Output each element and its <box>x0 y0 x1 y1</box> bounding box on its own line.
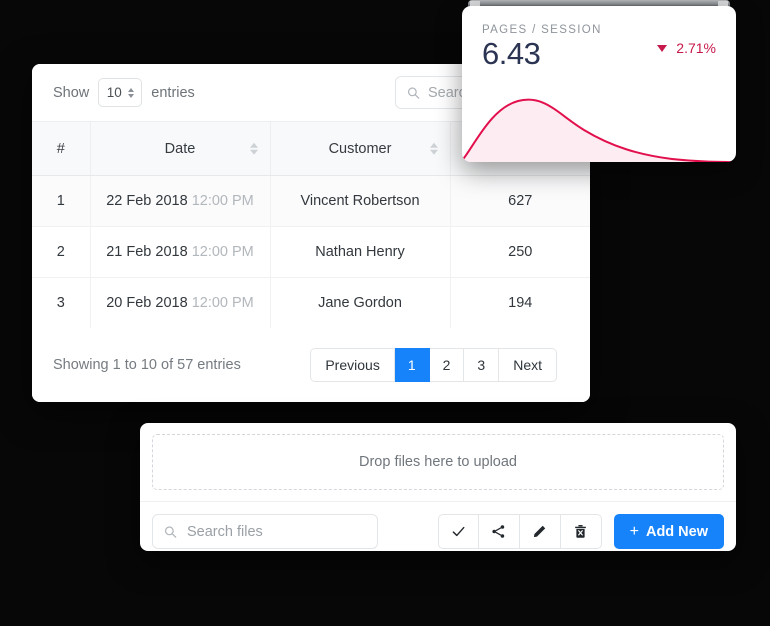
column-header-index[interactable]: # <box>32 121 90 176</box>
delete-button[interactable] <box>560 514 602 549</box>
cell-index: 2 <box>32 226 90 278</box>
cell-date-value: 22 Feb 2018 <box>106 193 188 209</box>
file-upload-card: Drop files here to upload Search files +… <box>140 423 736 551</box>
table-row[interactable]: 3 20 Feb 2018 12:00 PM Jane Gordon 194 <box>32 277 590 329</box>
file-search-input[interactable]: Search files <box>152 514 378 549</box>
kpi-label: PAGES / SESSION <box>482 24 602 36</box>
kpi-header: PAGES / SESSION 6.43 2.71% <box>462 6 736 71</box>
cell-amount: 627 <box>449 175 590 227</box>
table-footer: Showing 1 to 10 of 57 entries Previous 1… <box>32 328 590 402</box>
cell-index: 3 <box>32 277 90 329</box>
dropzone-label: Drop files here to upload <box>359 454 517 470</box>
kpi-delta-value: 2.71% <box>676 40 716 56</box>
pagination-page-2[interactable]: 2 <box>429 348 465 382</box>
share-button[interactable] <box>478 514 520 549</box>
sparkline-svg <box>462 98 736 162</box>
file-toolbar-right: + Add New <box>437 514 724 549</box>
table-row[interactable]: 2 21 Feb 2018 12:00 PM Nathan Henry 250 <box>32 226 590 278</box>
pagination-next-button[interactable]: Next <box>499 348 557 382</box>
table-row[interactable]: 1 22 Feb 2018 12:00 PM Vincent Robertson… <box>32 175 590 227</box>
search-icon <box>164 525 177 538</box>
add-new-button[interactable]: + Add New <box>613 514 724 549</box>
sparkline-chart <box>462 84 736 162</box>
search-icon <box>407 86 420 99</box>
show-label: Show <box>53 84 90 101</box>
check-icon <box>452 526 465 537</box>
add-new-label: Add New <box>645 523 708 540</box>
file-dropzone[interactable]: Drop files here to upload <box>152 434 724 490</box>
stepper-arrows-icon <box>128 87 135 98</box>
pagination-page-3[interactable]: 3 <box>464 348 500 382</box>
column-label-customer: Customer <box>328 140 392 157</box>
pagination: Previous 1 2 3 Next <box>310 348 557 382</box>
cell-amount: 194 <box>449 277 590 329</box>
screen-background: Show 10 entries Search... # Date Custome… <box>0 0 770 626</box>
sort-arrows-icon[interactable] <box>249 142 258 155</box>
show-entries-control: Show 10 entries <box>53 78 195 107</box>
sort-arrows-icon[interactable] <box>429 142 438 155</box>
cell-index: 1 <box>32 175 90 227</box>
cell-time-value: 12:00 PM <box>191 244 254 260</box>
entries-per-page-select[interactable]: 10 <box>98 78 143 107</box>
cell-time-value: 12:00 PM <box>191 193 254 209</box>
cell-date: 20 Feb 2018 12:00 PM <box>89 277 270 329</box>
cell-date: 21 Feb 2018 12:00 PM <box>89 226 270 278</box>
cell-customer: Nathan Henry <box>269 226 450 278</box>
plus-icon: + <box>629 522 639 540</box>
approve-button[interactable] <box>437 514 479 549</box>
file-search-placeholder: Search files <box>187 523 263 540</box>
pages-per-session-kpi-card: PAGES / SESSION 6.43 2.71% <box>462 6 736 162</box>
cell-customer: Jane Gordon <box>269 277 450 329</box>
pagination-previous-button[interactable]: Previous <box>310 348 395 382</box>
showing-entries-text: Showing 1 to 10 of 57 entries <box>53 357 241 373</box>
arrow-down-icon <box>657 44 668 52</box>
cell-date-value: 20 Feb 2018 <box>106 295 188 311</box>
entries-per-page-value: 10 <box>106 85 122 100</box>
pencil-icon <box>534 525 546 538</box>
file-actions-bar: Search files + Add New <box>140 501 736 551</box>
column-label-date: Date <box>164 140 196 157</box>
kpi-delta: 2.71% <box>657 40 716 56</box>
column-header-date[interactable]: Date <box>89 121 270 176</box>
cell-date: 22 Feb 2018 12:00 PM <box>89 175 270 227</box>
entries-label: entries <box>151 84 195 101</box>
edit-button[interactable] <box>519 514 561 549</box>
cell-customer: Vincent Robertson <box>269 175 450 227</box>
share-icon <box>492 525 505 538</box>
file-action-button-group <box>437 514 602 549</box>
table-body: 1 22 Feb 2018 12:00 PM Vincent Robertson… <box>32 175 590 329</box>
cell-time-value: 12:00 PM <box>191 295 254 311</box>
cell-date-value: 21 Feb 2018 <box>106 244 188 260</box>
column-header-customer[interactable]: Customer <box>269 121 450 176</box>
column-label-index: # <box>56 140 65 157</box>
cell-amount: 250 <box>449 226 590 278</box>
pagination-page-1[interactable]: 1 <box>394 348 430 382</box>
trash-icon <box>575 525 586 538</box>
